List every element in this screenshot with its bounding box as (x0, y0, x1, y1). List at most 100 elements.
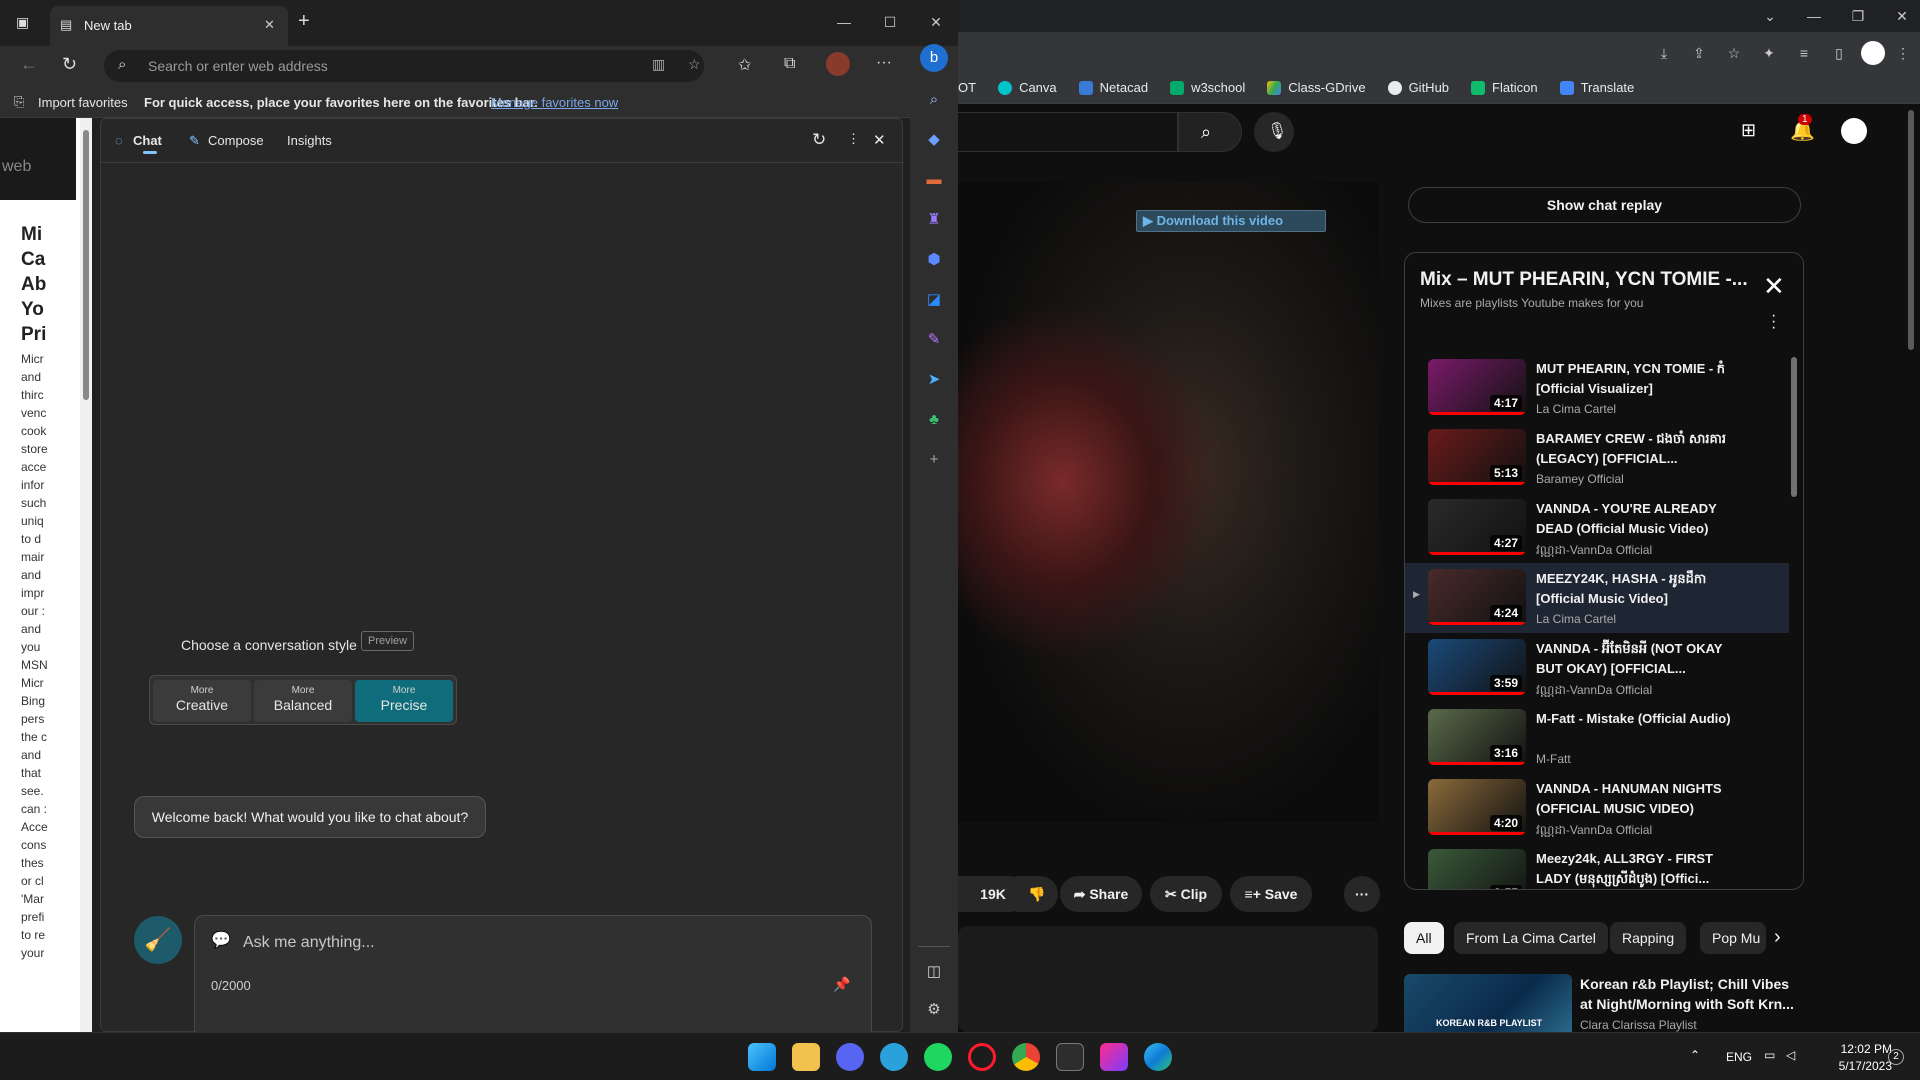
close-tab-icon[interactable]: ✕ (264, 17, 275, 33)
office-icon[interactable]: ⬢ (924, 250, 944, 270)
page-scrollbar[interactable] (1908, 110, 1914, 350)
chip-rapping[interactable]: Rapping (1610, 922, 1687, 954)
extensions-icon[interactable]: ✦ (1759, 43, 1779, 63)
tab-insights[interactable]: Insights (287, 133, 332, 148)
create-video-icon[interactable]: ⊞ (1741, 120, 1756, 141)
chrome-icon[interactable] (1012, 1043, 1040, 1071)
new-topic-button[interactable]: 🧹 (134, 916, 182, 964)
page-scrollbar[interactable] (80, 118, 92, 1032)
immersive-reader-icon[interactable]: ▥ (652, 56, 665, 73)
clip-button[interactable]: ✂ Clip (1150, 876, 1222, 912)
menu-icon[interactable]: ⋮ (1893, 43, 1913, 63)
telegram-icon[interactable] (880, 1043, 908, 1071)
close-icon[interactable]: ✕ (873, 131, 886, 149)
save-button[interactable]: ≡+ Save (1230, 876, 1312, 912)
playlist-item[interactable]: 4:27 VANNDA - YOU'RE ALREADY DEAD (Offici… (1405, 493, 1789, 563)
download-video-overlay[interactable]: ▶ Download this video (1136, 210, 1326, 232)
youtube-avatar[interactable] (1841, 118, 1867, 144)
pin-icon[interactable]: 📌 (833, 976, 850, 993)
playlist-item[interactable]: 4:20 VANNDA - HANUMAN NIGHTS (OFFICIAL MU… (1405, 773, 1789, 843)
share-icon[interactable]: ⇪ (1689, 43, 1709, 63)
search-icon[interactable]: ⌕ (924, 90, 944, 110)
clock-time[interactable]: 12:02 PM (1822, 1042, 1892, 1056)
media-control-icon[interactable]: ≡ (1794, 43, 1814, 63)
spotify-icon[interactable] (924, 1043, 952, 1071)
tools-icon[interactable]: ▬ (924, 170, 944, 190)
drop-icon[interactable]: ➤ (924, 370, 944, 390)
designer-icon[interactable]: ✎ (924, 330, 944, 350)
clock-date[interactable]: 5/17/2023 (1822, 1059, 1892, 1073)
bookmark-item[interactable]: OT (958, 80, 976, 95)
close-icon[interactable]: ✕ (1763, 271, 1785, 302)
games-icon[interactable]: ♜ (924, 210, 944, 230)
tree-icon[interactable]: ♣ (924, 410, 944, 430)
shopping-icon[interactable]: ◆ (924, 130, 944, 150)
close-icon[interactable]: ✕ (922, 12, 950, 32)
show-chat-replay-button[interactable]: Show chat replay (1408, 187, 1801, 223)
opera-icon[interactable] (968, 1043, 996, 1071)
share-button[interactable]: ➦ Share (1060, 876, 1142, 912)
sidebar-layout-icon[interactable]: ◫ (924, 962, 944, 982)
profile-avatar[interactable] (826, 52, 850, 76)
more-actions-button[interactable]: ··· (1344, 876, 1380, 912)
youtube-search-input[interactable] (958, 112, 1178, 152)
scrollbar[interactable] (1791, 357, 1797, 497)
bookmark-item[interactable]: w3school (1170, 80, 1245, 95)
bing-copilot-icon[interactable]: b (920, 44, 948, 72)
chip-all[interactable]: All (1404, 922, 1444, 954)
more-icon[interactable]: ··· (876, 54, 892, 72)
network-icon[interactable]: ▭ (1764, 1048, 1775, 1062)
restore-icon[interactable]: ❐ (1844, 6, 1872, 26)
tab-new-tab[interactable]: ▤ New tab ✕ (50, 6, 288, 46)
ask-input[interactable] (243, 930, 823, 956)
chip-pop-music[interactable]: Pop Mu (1700, 922, 1766, 954)
manage-favorites-link[interactable]: Manage favorites now (491, 95, 618, 110)
minimize-icon[interactable]: — (830, 12, 858, 32)
bookmark-item[interactable]: Translate (1559, 80, 1634, 95)
more-options-icon[interactable]: · · · (1771, 308, 1776, 336)
language-indicator[interactable]: ENG (1726, 1050, 1752, 1064)
playlist-item[interactable]: 3:59 VANNDA - អ៊ីតែមិនអី (NOT OKAY BUT OK… (1405, 633, 1789, 703)
video-player[interactable] (958, 182, 1379, 822)
bookmark-item[interactable]: Netacad (1078, 80, 1148, 95)
close-icon[interactable]: ✕ (1888, 6, 1916, 26)
new-tab-icon[interactable]: + (298, 10, 310, 33)
bookmark-item[interactable]: Class-GDrive (1267, 80, 1366, 95)
recommendation-card[interactable]: KOREAN R&B PLAYLIST Korean r&b Playlist;… (1404, 974, 1804, 1034)
refresh-icon[interactable]: ↻ (62, 54, 77, 75)
youtube-search-button[interactable]: ⌕ (1178, 112, 1242, 152)
playlist-item[interactable]: ▶ 4:24 MEEZY24K, HASHA - អូនដឹកា [Official… (1405, 563, 1789, 633)
install-icon[interactable]: ⤓ (1654, 43, 1674, 63)
tab-actions-icon[interactable]: ▣ (16, 14, 29, 31)
chip-from-channel[interactable]: From La Cima Cartel (1454, 922, 1608, 954)
playlist-item[interactable]: 3:55 Meezy24k, ALL3RGY - FIRST LADY (មនុស… (1405, 843, 1789, 889)
edge-icon[interactable] (1144, 1043, 1172, 1071)
tab-compose[interactable]: Compose (208, 133, 264, 148)
bookmark-item[interactable]: Flaticon (1471, 80, 1538, 95)
collections-icon[interactable]: ⧉ (784, 55, 795, 73)
discord-icon[interactable] (836, 1043, 864, 1071)
chevron-up-icon[interactable]: ⌃ (1690, 1048, 1700, 1062)
tab-chat[interactable]: Chat (133, 133, 162, 148)
bookmark-item[interactable]: GitHub (1387, 80, 1449, 95)
volume-icon[interactable]: ◁ (1786, 1048, 1795, 1062)
more-options-icon[interactable]: ⋮ (847, 131, 860, 147)
minimize-icon[interactable]: — (1800, 6, 1828, 26)
back-icon[interactable]: ← (20, 54, 38, 75)
bookmark-star-icon[interactable]: ☆ (1724, 43, 1744, 63)
chevron-right-icon[interactable]: › (1774, 926, 1781, 949)
dislike-button[interactable]: 👎 (1016, 876, 1058, 912)
import-favorites-button[interactable]: Import favorites (38, 95, 128, 110)
style-precise-button[interactable]: More Precise (355, 680, 453, 722)
profile-avatar[interactable] (1861, 41, 1885, 65)
add-icon[interactable]: + (924, 450, 944, 470)
style-balanced-button[interactable]: More Balanced (254, 680, 352, 722)
start-windows-icon[interactable] (748, 1043, 776, 1071)
playlist-item[interactable]: 5:13 BARAMEY CREW - ជងចាំ សារគារ (LEGACY)… (1405, 423, 1789, 493)
address-bar[interactable]: ⌕ Search or enter web address ▥ ☆ (104, 50, 704, 82)
settings-gear-icon[interactable]: ⚙ (924, 1000, 944, 1020)
voice-search-button[interactable]: 🎙 (1254, 112, 1294, 152)
refresh-icon[interactable]: ↻ (812, 130, 826, 150)
add-favorite-icon[interactable]: ☆ (688, 56, 701, 73)
terminal-icon[interactable] (1056, 1043, 1084, 1071)
